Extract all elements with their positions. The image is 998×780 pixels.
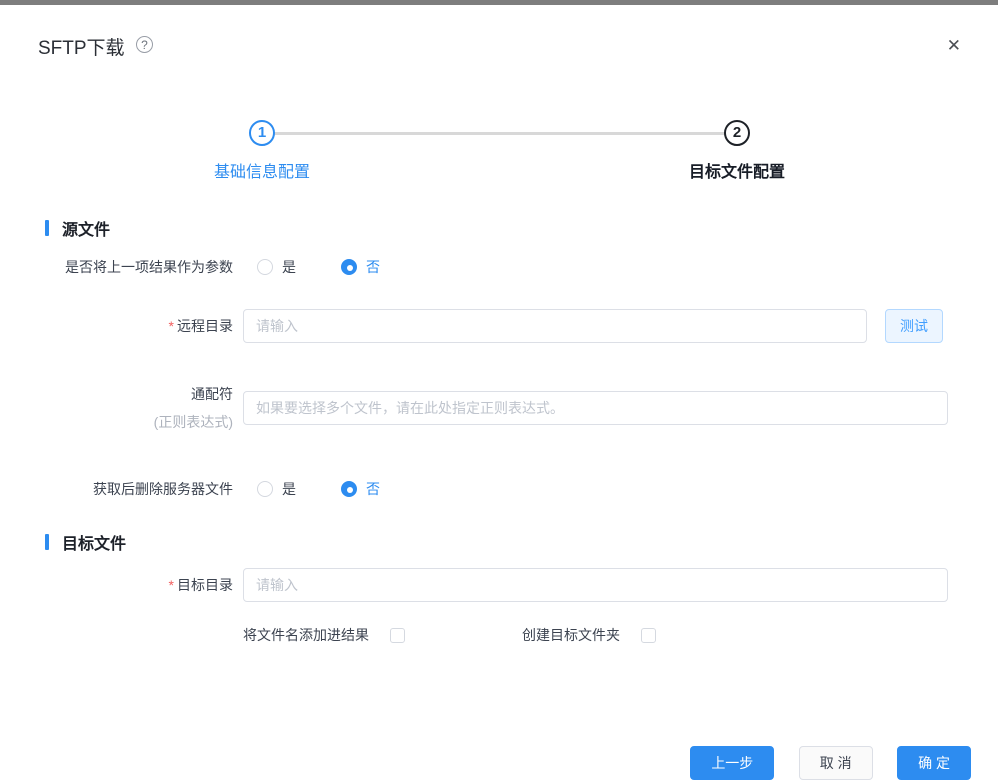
use-prev-result-no-label: 否: [366, 257, 380, 277]
delete-after-row: 获取后删除服务器文件 是 否: [45, 479, 943, 499]
dialog-header: SFTP下载 ? ✕: [0, 5, 998, 63]
step-1-label: 基础信息配置: [214, 158, 310, 182]
help-icon[interactable]: ?: [136, 36, 153, 53]
step-wizard: 1 基础信息配置 2 目标文件配置: [0, 120, 998, 179]
section-accent-bar: [45, 534, 49, 550]
step-2-circle-icon: 2: [724, 120, 750, 146]
use-prev-result-row: 是否将上一项结果作为参数 是 否: [45, 257, 943, 277]
append-filename-label: 将文件名添加进结果: [243, 625, 369, 645]
options-row: 将文件名添加进结果 创建目标文件夹: [45, 625, 943, 645]
wildcard-label: 通配符(正则表达式): [45, 384, 233, 432]
delete-after-yes-label: 是: [282, 479, 296, 499]
wildcard-row: 通配符(正则表达式): [45, 384, 943, 432]
wildcard-input[interactable]: [243, 391, 948, 425]
step-basic-info[interactable]: 1 基础信息配置: [214, 120, 310, 182]
create-folder-label: 创建目标文件夹: [522, 625, 620, 645]
target-dir-row: *目标目录: [45, 568, 943, 602]
required-mark: *: [169, 577, 174, 593]
section-target-file: 目标文件: [45, 533, 943, 551]
use-prev-result-option-no[interactable]: 否: [341, 257, 380, 277]
form-body: 源文件 是否将上一项结果作为参数 是 否 *远程目录: [0, 219, 998, 645]
radio-checked-icon: [341, 481, 357, 497]
sftp-download-dialog: SFTP下载 ? ✕ 1 基础信息配置 2 目标文件配置 源文件 是否将上一项结…: [0, 0, 998, 780]
use-prev-result-label: 是否将上一项结果作为参数: [45, 257, 233, 277]
target-dir-input[interactable]: [243, 568, 948, 602]
section-target-title: 目标文件: [62, 530, 126, 554]
remote-dir-label: *远程目录: [45, 316, 233, 336]
delete-after-label: 获取后删除服务器文件: [45, 479, 233, 499]
remote-dir-row: *远程目录 测试: [45, 309, 943, 343]
wildcard-sublabel: (正则表达式): [45, 412, 233, 432]
section-accent-bar: [45, 220, 49, 236]
section-source-file: 源文件: [45, 219, 943, 237]
use-prev-result-option-yes[interactable]: 是: [257, 257, 296, 277]
dialog-title: SFTP下载: [38, 38, 125, 59]
use-prev-result-radio-group: 是 否: [257, 257, 380, 277]
append-filename-option: 将文件名添加进结果: [243, 625, 405, 645]
close-icon[interactable]: ✕: [947, 37, 961, 54]
step-2-label: 目标文件配置: [689, 158, 785, 182]
target-dir-label: *目标目录: [45, 575, 233, 595]
use-prev-result-yes-label: 是: [282, 257, 296, 277]
cancel-button[interactable]: 取 消: [799, 746, 873, 780]
confirm-button[interactable]: 确 定: [897, 746, 971, 780]
step-1-circle-icon: 1: [249, 120, 275, 146]
remote-dir-input[interactable]: [243, 309, 867, 343]
step-target-file[interactable]: 2 目标文件配置: [689, 120, 785, 182]
delete-after-option-no[interactable]: 否: [341, 479, 380, 499]
test-button[interactable]: 测试: [885, 309, 943, 343]
delete-after-option-yes[interactable]: 是: [257, 479, 296, 499]
step-connector-line: [263, 132, 736, 135]
required-mark: *: [169, 318, 174, 334]
create-folder-checkbox[interactable]: [641, 628, 656, 643]
radio-unchecked-icon: [257, 259, 273, 275]
delete-after-no-label: 否: [366, 479, 380, 499]
section-source-title: 源文件: [62, 216, 110, 240]
radio-unchecked-icon: [257, 481, 273, 497]
create-folder-option: 创建目标文件夹: [522, 625, 656, 645]
radio-checked-icon: [341, 259, 357, 275]
previous-step-button[interactable]: 上一步: [690, 746, 774, 780]
dialog-footer: 上一步 取 消 确 定: [0, 746, 998, 780]
delete-after-radio-group: 是 否: [257, 479, 380, 499]
append-filename-checkbox[interactable]: [390, 628, 405, 643]
